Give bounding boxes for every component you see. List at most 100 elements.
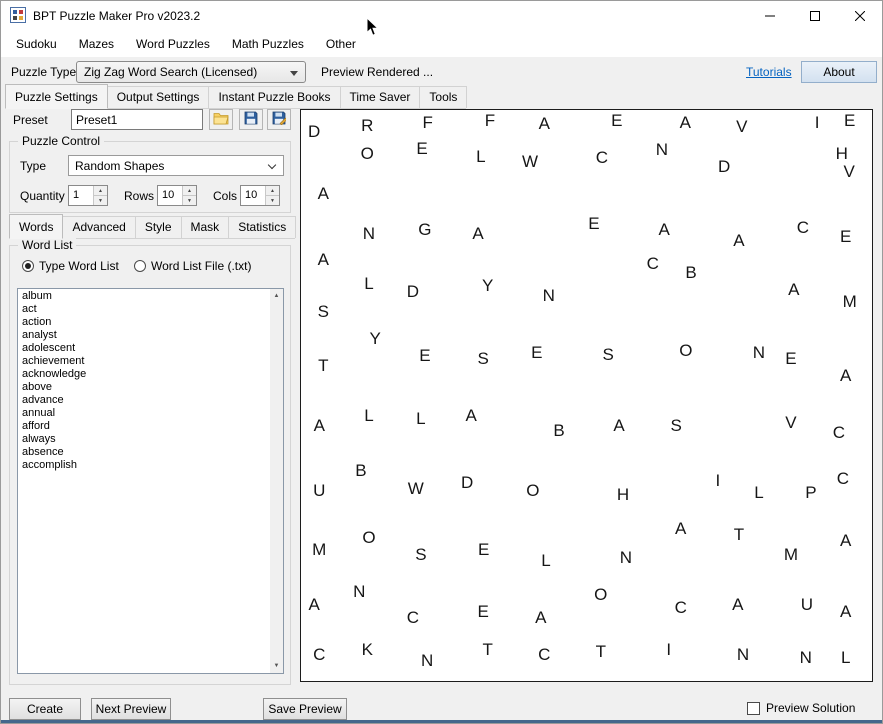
- type-word-list-option[interactable]: Type Word List: [22, 259, 119, 273]
- word-list-group: Word List Type Word List Word List File …: [9, 245, 291, 685]
- word-list-item[interactable]: afford: [19, 420, 269, 433]
- tab-output-settings[interactable]: Output Settings: [107, 86, 210, 108]
- word-listbox[interactable]: albumactactionanalystadolescentachieveme…: [17, 288, 284, 674]
- word-list-item[interactable]: absence: [19, 446, 269, 459]
- menu-word-puzzles[interactable]: Word Puzzles: [125, 32, 221, 56]
- open-preset-button[interactable]: [209, 109, 233, 130]
- puzzle-letter: D: [461, 473, 473, 493]
- next-preview-button[interactable]: Next Preview: [91, 698, 171, 720]
- puzzle-type-label: Puzzle Type: [11, 65, 76, 79]
- puzzle-letter: U: [801, 595, 813, 615]
- puzzle-letter: N: [543, 286, 555, 306]
- maximize-button[interactable]: [792, 1, 837, 31]
- puzzle-letter: A: [658, 220, 669, 240]
- puzzle-letter: S: [670, 416, 681, 436]
- cols-up-icon[interactable]: ▲: [266, 186, 279, 196]
- puzzle-type-dropdown[interactable]: Zig Zag Word Search (Licensed): [76, 61, 306, 83]
- word-list-item[interactable]: annual: [19, 407, 269, 420]
- puzzle-letter: A: [733, 231, 744, 251]
- save-preset-button[interactable]: [239, 109, 263, 130]
- word-list-items: albumactactionanalystadolescentachieveme…: [19, 290, 269, 672]
- puzzle-letter: E: [785, 349, 796, 369]
- puzzle-letter: T: [318, 356, 328, 376]
- tab-instant-puzzle-books[interactable]: Instant Puzzle Books: [208, 86, 340, 108]
- menu-other[interactable]: Other: [315, 32, 367, 56]
- scroll-down-icon[interactable]: ▼: [270, 659, 283, 673]
- create-button[interactable]: Create: [9, 698, 81, 720]
- word-list-item[interactable]: adolescent: [19, 342, 269, 355]
- word-list-item[interactable]: achievement: [19, 355, 269, 368]
- puzzle-letter: A: [840, 366, 851, 386]
- menu-mazes[interactable]: Mazes: [68, 32, 125, 56]
- puzzle-letter: A: [318, 184, 329, 204]
- shape-type-dropdown[interactable]: Random Shapes: [68, 155, 284, 176]
- puzzle-letter: E: [588, 214, 599, 234]
- tab-puzzle-settings[interactable]: Puzzle Settings: [5, 84, 108, 109]
- puzzle-letter: E: [416, 139, 427, 159]
- word-list-scrollbar[interactable]: ▲ ▼: [270, 289, 283, 673]
- quantity-up-icon[interactable]: ▲: [94, 186, 107, 196]
- cols-stepper[interactable]: 10 ▲▼: [240, 185, 280, 206]
- menu-math-puzzles[interactable]: Math Puzzles: [221, 32, 315, 56]
- minimize-button[interactable]: [747, 1, 792, 31]
- scroll-up-icon[interactable]: ▲: [270, 289, 283, 303]
- window-bottom-border: [1, 720, 882, 723]
- save-preview-button[interactable]: Save Preview: [263, 698, 347, 720]
- puzzle-letter: L: [364, 406, 373, 426]
- word-list-item[interactable]: advance: [19, 394, 269, 407]
- save-preset-as-button[interactable]: [267, 109, 291, 130]
- puzzle-letter: C: [837, 469, 849, 489]
- about-button[interactable]: About: [801, 61, 877, 83]
- preset-input[interactable]: [71, 109, 203, 130]
- puzzle-letter: V: [843, 162, 854, 182]
- tab-style[interactable]: Style: [135, 216, 182, 238]
- puzzle-letter: S: [318, 302, 329, 322]
- puzzle-letter: O: [361, 144, 374, 164]
- radio-unselected-icon[interactable]: [134, 260, 146, 272]
- puzzle-letter: V: [736, 117, 747, 137]
- puzzle-letter: L: [416, 409, 425, 429]
- tutorials-link[interactable]: Tutorials: [746, 65, 792, 79]
- titlebar[interactable]: BPT Puzzle Maker Pro v2023.2: [1, 1, 882, 31]
- tab-statistics[interactable]: Statistics: [228, 216, 296, 238]
- puzzle-letters: DRFFAEAVIEOELWCNDHVANGAEAACEALDYNCBAMSYE…: [301, 110, 872, 681]
- word-list-file-option[interactable]: Word List File (.txt): [134, 259, 251, 273]
- puzzle-control-title: Puzzle Control: [18, 134, 104, 148]
- word-list-item[interactable]: album: [19, 290, 269, 303]
- puzzle-letter: F: [423, 113, 433, 133]
- tab-words[interactable]: Words: [9, 214, 63, 239]
- close-button[interactable]: [837, 1, 882, 31]
- quantity-stepper[interactable]: 1 ▲▼: [68, 185, 108, 206]
- folder-icon: [213, 112, 229, 128]
- rows-stepper[interactable]: 10 ▲▼: [157, 185, 197, 206]
- word-list-item[interactable]: accomplish: [19, 459, 269, 472]
- cols-down-icon[interactable]: ▼: [266, 196, 279, 205]
- word-list-item[interactable]: acknowledge: [19, 368, 269, 381]
- tab-tools[interactable]: Tools: [419, 86, 467, 108]
- menu-sudoku[interactable]: Sudoku: [5, 32, 68, 56]
- puzzle-letter: C: [675, 598, 687, 618]
- radio-selected-icon[interactable]: [22, 260, 34, 272]
- puzzle-letter: C: [538, 645, 550, 665]
- word-list-item[interactable]: always: [19, 433, 269, 446]
- cols-label: Cols: [213, 189, 237, 203]
- puzzle-letter: A: [788, 280, 799, 300]
- word-list-item[interactable]: action: [19, 316, 269, 329]
- tab-mask[interactable]: Mask: [181, 216, 230, 238]
- puzzle-letter: A: [308, 595, 319, 615]
- puzzle-letter: I: [815, 113, 820, 133]
- word-list-item[interactable]: above: [19, 381, 269, 394]
- tab-advanced[interactable]: Advanced: [62, 216, 135, 238]
- quantity-down-icon[interactable]: ▼: [94, 196, 107, 205]
- tab-time-saver[interactable]: Time Saver: [340, 86, 421, 108]
- app-window: BPT Puzzle Maker Pro v2023.2 Sudoku Maze…: [0, 0, 883, 724]
- rows-up-icon[interactable]: ▲: [183, 186, 196, 196]
- puzzle-letter: D: [407, 282, 419, 302]
- preview-solution-checkbox-row[interactable]: Preview Solution: [747, 701, 855, 715]
- checkbox-unchecked-icon[interactable]: [747, 702, 760, 715]
- word-list-item[interactable]: analyst: [19, 329, 269, 342]
- word-list-item[interactable]: act: [19, 303, 269, 316]
- puzzle-letter: I: [715, 471, 720, 491]
- rows-down-icon[interactable]: ▼: [183, 196, 196, 205]
- puzzle-letter: A: [680, 113, 691, 133]
